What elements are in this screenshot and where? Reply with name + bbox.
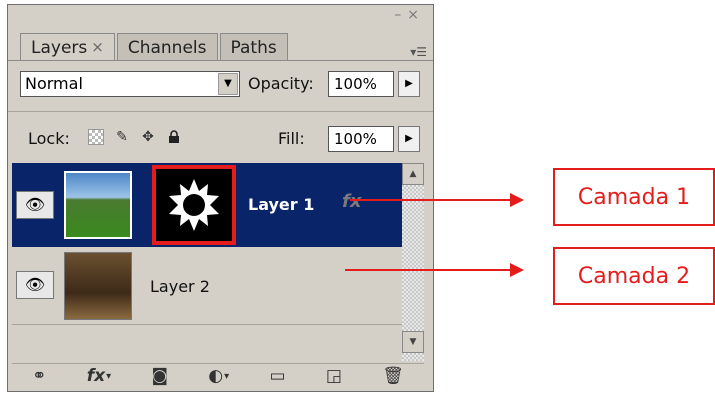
minimize-button[interactable]: – xyxy=(394,7,407,23)
divider xyxy=(8,111,433,112)
tab-paths-label: Paths xyxy=(230,38,277,58)
layer-1-thumbnail[interactable] xyxy=(64,171,132,239)
fill-field[interactable]: 100% xyxy=(328,126,394,152)
layers-scrollbar[interactable]: ▲ ▼ xyxy=(402,163,424,361)
tab-close-icon[interactable]: × xyxy=(91,38,104,56)
lock-position-icon[interactable]: ✥ xyxy=(140,129,156,145)
new-group-icon[interactable]: ▭ xyxy=(269,366,285,386)
blend-row: Normal ▼ Opacity: 100% ▶ xyxy=(20,71,432,101)
starburst-mask-icon xyxy=(169,179,219,231)
layer-row-2[interactable]: 👁 Layer 2 xyxy=(12,247,402,325)
callout-arrow-2 xyxy=(345,269,512,271)
visibility-eye-icon[interactable]: 👁 xyxy=(16,271,54,299)
layer-1-name[interactable]: Layer 1 xyxy=(248,195,314,214)
layer-effects-icon[interactable]: fx xyxy=(342,191,361,212)
callout-box-1: Camada 1 xyxy=(553,168,715,226)
tab-channels-label: Channels xyxy=(127,38,207,58)
chevron-down-icon[interactable]: ▼ xyxy=(218,73,238,95)
tab-layers[interactable]: Layers × xyxy=(20,33,115,61)
adjustment-layer-icon[interactable]: ◐ ▾ xyxy=(208,366,229,386)
layers-list: 👁 Layer 1 fx 👁 Layer 2 ▲ ▼ xyxy=(12,163,424,361)
add-mask-icon[interactable]: ◙ xyxy=(151,366,168,386)
lock-label: Lock: xyxy=(28,129,70,148)
new-layer-icon[interactable]: ◲ xyxy=(326,366,342,386)
lock-all-icon[interactable] xyxy=(166,129,182,145)
layer-mask-thumbnail[interactable] xyxy=(152,165,236,245)
tab-bar: Layers × Channels Paths xyxy=(20,33,290,61)
opacity-field[interactable]: 100% xyxy=(328,71,394,97)
layers-panel: –× Layers × Channels Paths ▾☰ Normal ▼ O… xyxy=(7,4,434,392)
visibility-eye-icon[interactable]: 👁 xyxy=(16,191,54,219)
scroll-up-button[interactable]: ▲ xyxy=(402,163,424,185)
tab-paths[interactable]: Paths xyxy=(219,33,288,61)
tab-channels[interactable]: Channels xyxy=(116,33,218,61)
lock-transparency-icon[interactable] xyxy=(88,129,104,145)
window-controls: –× xyxy=(394,7,425,23)
callout-arrow-1 xyxy=(350,199,512,201)
tab-layers-label: Layers xyxy=(31,38,88,58)
trash-icon[interactable]: 🗑 xyxy=(382,366,404,386)
opacity-label: Opacity: xyxy=(248,74,314,93)
callout-box-2: Camada 2 xyxy=(553,247,715,305)
blend-mode-value: Normal xyxy=(25,74,83,93)
close-button[interactable]: × xyxy=(407,7,425,23)
layer-row-1[interactable]: 👁 Layer 1 fx xyxy=(12,163,402,247)
fx-icon[interactable]: fx ▾ xyxy=(87,366,111,386)
fx-label: fx xyxy=(86,366,106,386)
link-icon[interactable]: ⚭ xyxy=(32,366,46,386)
arrowhead-1 xyxy=(510,193,524,207)
layers-toolbar: ⚭ fx ▾ ◙ ◐ ▾ ▭ ◲ 🗑 xyxy=(12,363,424,388)
blend-mode-select[interactable]: Normal ▼ xyxy=(20,71,240,97)
fill-label: Fill: xyxy=(278,129,305,148)
layer-2-name[interactable]: Layer 2 xyxy=(150,277,210,296)
lock-icons: ✎ ✥ xyxy=(88,129,182,145)
panel-menu-icon[interactable]: ▾☰ xyxy=(410,45,427,59)
tab-divider xyxy=(8,60,433,61)
arrowhead-2 xyxy=(510,263,524,277)
scroll-down-button[interactable]: ▼ xyxy=(402,331,424,353)
opacity-slider-button[interactable]: ▶ xyxy=(398,71,420,97)
fill-slider-button[interactable]: ▶ xyxy=(398,126,420,152)
layer-2-thumbnail[interactable] xyxy=(64,252,132,320)
lock-brush-icon[interactable]: ✎ xyxy=(114,129,130,145)
